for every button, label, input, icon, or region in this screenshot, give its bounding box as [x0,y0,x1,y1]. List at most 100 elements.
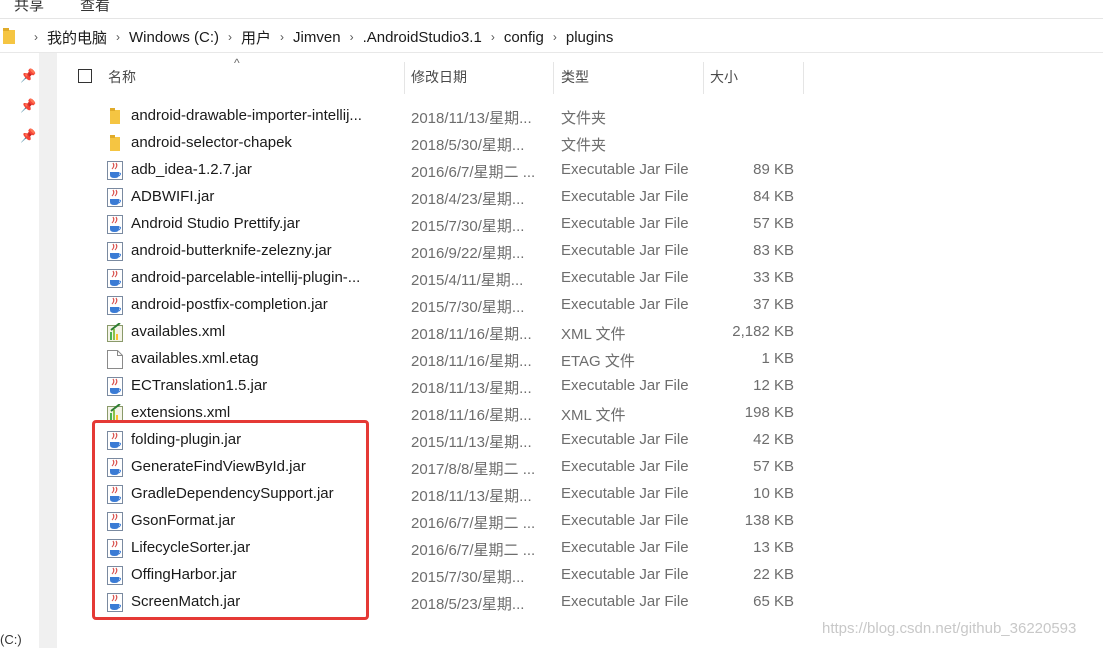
file-row[interactable]: android-butterknife-zelezny.jar 2016/9/22… [0,238,1103,265]
file-date: 2018/11/13/星期... [411,110,532,127]
file-size: 83 KB [753,242,794,259]
folder-icon [107,107,123,126]
chevron-right-icon[interactable]: › [491,30,495,44]
column-header-name[interactable]: 名称 [108,62,136,94]
file-row[interactable]: availables.xml 2018/11/16/星期... XML 文件 2,18… [0,319,1103,346]
file-date: 2015/7/30/星期... [411,218,525,235]
jar-icon [107,377,123,396]
file-size: 37 KB [753,296,794,313]
tab-share[interactable]: 共享 [14,0,44,15]
file-row[interactable]: Android Studio Prettify.jar 2015/7/30/星期.… [0,211,1103,238]
highlight-annotation [92,420,369,620]
file-name: android-butterknife-zelezny.jar [131,242,332,259]
column-header-date[interactable]: 修改日期 [411,62,467,94]
tab-view[interactable]: 查看 [80,0,110,15]
pin-icon[interactable]: 📌 [20,68,36,84]
file-size: 1 KB [761,350,794,367]
file-date: 2016/6/7/星期二 ... [411,542,536,559]
file-type: Executable Jar File [561,242,689,259]
breadcrumb-item[interactable]: .AndroidStudio3.1 [362,29,483,46]
file-type: Executable Jar File [561,512,689,529]
file-name: availables.xml [131,323,226,340]
select-all-checkbox[interactable] [78,69,92,83]
file-type: Executable Jar File [561,161,689,178]
column-header-size[interactable]: 大小 [710,62,738,94]
file-date: 2018/5/23/星期... [411,596,525,613]
file-size: 198 KB [744,404,794,421]
file-row[interactable]: adb_idea-1.2.7.jar 2016/6/7/星期二 ... Execut… [0,157,1103,184]
file-name: extensions.xml [131,404,231,421]
watermark-text: https://blog.csdn.net/github_36220593 [822,620,1077,637]
file-size: 89 KB [753,161,794,178]
file-date: 2016/6/7/星期二 ... [411,164,536,181]
file-date: 2018/11/16/星期... [411,326,532,343]
chevron-right-icon[interactable]: › [553,30,557,44]
file-row[interactable]: availables.xml.etag 2018/11/16/星期... ETAG … [0,346,1103,373]
column-divider[interactable] [404,62,405,94]
file-row[interactable]: ADBWIFI.jar 2018/4/23/星期... Executable Jar… [0,184,1103,211]
file-size: 2,182 KB [732,323,794,340]
file-size: 10 KB [753,485,794,502]
file-name: android-parcelable-intellij-plugin-... [131,269,361,286]
folder-icon [107,134,123,153]
column-divider[interactable] [803,62,804,94]
chevron-right-icon[interactable]: › [116,30,120,44]
file-size: 42 KB [753,431,794,448]
file-date: 2016/9/22/星期... [411,245,525,262]
file-size: 12 KB [753,377,794,394]
file-type: Executable Jar File [561,539,689,556]
breadcrumb: › 我的电脑 › Windows (C:) › 用户 › Jimven › .AndroidStu… [26,22,614,52]
file-name: availables.xml.etag [131,350,259,367]
file-row[interactable]: ECTranslation1.5.jar 2018/11/13/星期... Exec… [0,373,1103,400]
breadcrumb-item[interactable]: config [503,29,545,46]
breadcrumb-item[interactable]: Windows (C:) [128,29,220,46]
file-type: Executable Jar File [561,188,689,205]
file-size: 13 KB [753,539,794,556]
breadcrumb-item[interactable]: Jimven [292,29,342,46]
chevron-right-icon[interactable]: › [34,30,38,44]
column-header-type[interactable]: 类型 [561,62,589,94]
file-row[interactable]: android-selector-chapek 2018/5/30/星期... 文件… [0,130,1103,157]
breadcrumb-item[interactable]: 用户 [240,27,272,48]
file-date: 2018/11/13/星期... [411,380,532,397]
file-type: Executable Jar File [561,458,689,475]
file-row[interactable]: android-parcelable-intellij-plugin-... 20… [0,265,1103,292]
file-date: 2018/11/13/星期... [411,488,532,505]
address-bar[interactable]: › 我的电脑 › Windows (C:) › 用户 › Jimven › .AndroidStu… [0,22,1103,53]
jar-icon [107,269,123,288]
xml-icon [107,322,123,342]
file-size: 57 KB [753,215,794,232]
file-type: XML 文件 [561,326,626,343]
file-row[interactable]: android-drawable-importer-intellij... 201… [0,103,1103,130]
file-type: XML 文件 [561,407,626,424]
sort-ascending-icon: ^ [234,56,240,70]
jar-icon [107,215,123,234]
file-row[interactable]: android-postfix-completion.jar 2015/7/30/… [0,292,1103,319]
file-type: Executable Jar File [561,296,689,313]
chevron-right-icon[interactable]: › [350,30,354,44]
chevron-right-icon[interactable]: › [280,30,284,44]
chevron-right-icon[interactable]: › [228,30,232,44]
file-name: Android Studio Prettify.jar [131,215,300,232]
file-date: 2017/8/8/星期二 ... [411,461,536,478]
file-date: 2015/11/13/星期... [411,434,532,451]
nav-drive-label[interactable]: (C:) [0,632,22,647]
file-name: android-postfix-completion.jar [131,296,328,313]
column-divider[interactable] [703,62,704,94]
file-size: 22 KB [753,566,794,583]
file-type: ETAG 文件 [561,353,635,370]
file-date: 2018/4/23/星期... [411,191,525,208]
file-size: 84 KB [753,188,794,205]
file-size: 33 KB [753,269,794,286]
file-type: Executable Jar File [561,431,689,448]
breadcrumb-item[interactable]: 我的电脑 [46,27,108,48]
file-type: 文件夹 [561,110,607,127]
column-divider[interactable] [553,62,554,94]
file-type: 文件夹 [561,137,607,154]
jar-icon [107,161,123,180]
file-type: Executable Jar File [561,215,689,232]
file-type: Executable Jar File [561,485,689,502]
file-date: 2015/4/11/星期... [411,272,524,289]
breadcrumb-item[interactable]: plugins [565,29,615,46]
file-date: 2015/7/30/星期... [411,299,525,316]
